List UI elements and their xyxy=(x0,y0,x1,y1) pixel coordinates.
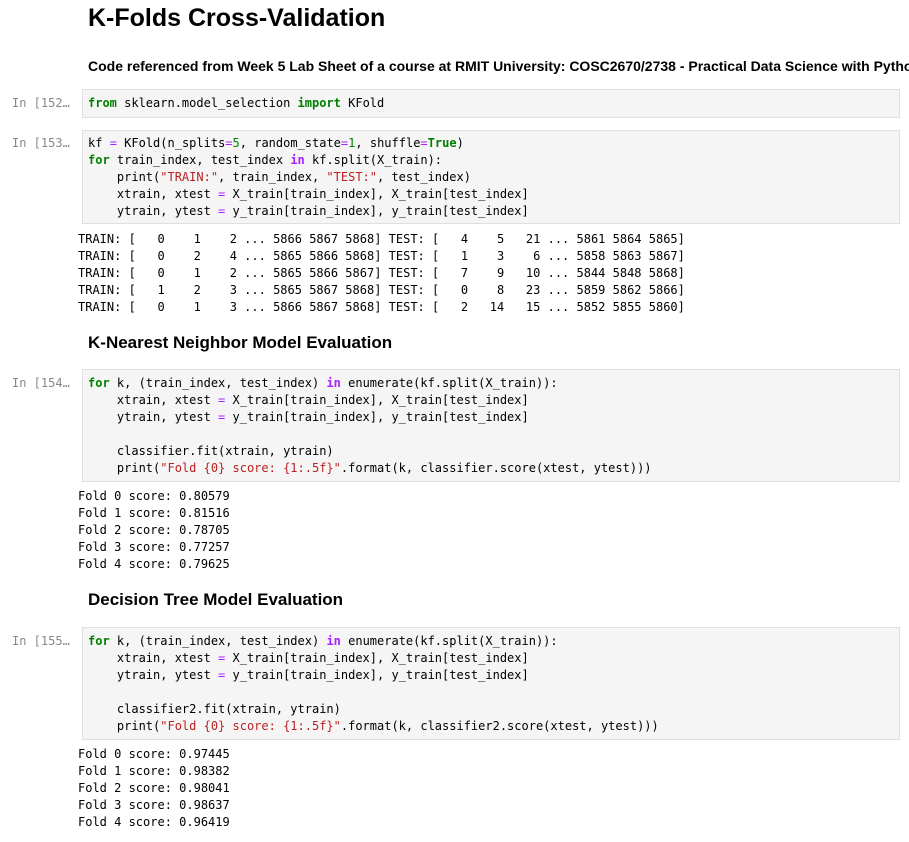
output-line: Fold 0 score: 0.97445 xyxy=(78,747,230,761)
code-line: ytrain, ytest = y_train[train_index], y_… xyxy=(88,668,529,682)
code-line: for train_index, test_index in kf.split(… xyxy=(88,153,443,167)
cell-prompt: In [155… xyxy=(12,634,70,648)
code-line: for k, (train_index, test_index) in enum… xyxy=(88,376,558,390)
page-title: K-Folds Cross-Validation xyxy=(88,4,386,32)
cell-prompt: In [153… xyxy=(12,136,70,150)
output-line: Fold 1 score: 0.98382 xyxy=(78,764,230,778)
code-line: print("Fold {0} score: {1:.5f}".format(k… xyxy=(88,461,652,475)
output-line: Fold 2 score: 0.78705 xyxy=(78,523,230,537)
code-line: kf = KFold(n_splits=5, random_state=1, s… xyxy=(88,136,464,150)
code-line: print("Fold {0} score: {1:.5f}".format(k… xyxy=(88,719,659,733)
section-heading-decision-tree: Decision Tree Model Evaluation xyxy=(88,590,344,609)
page-subtitle: Code referenced from Week 5 Lab Sheet of… xyxy=(88,58,909,74)
code-line: classifier2.fit(xtrain, ytrain) xyxy=(88,702,341,716)
code-line: xtrain, xtest = X_train[train_index], X_… xyxy=(88,393,529,407)
output-line: Fold 2 score: 0.98041 xyxy=(78,781,230,795)
code-line: xtrain, xtest = X_train[train_index], X_… xyxy=(88,187,529,201)
output-line: TRAIN: [ 0 1 2 ... 5866 5867 5868] TEST:… xyxy=(78,232,685,246)
cell-prompt: In [154… xyxy=(12,376,70,390)
code-line: classifier.fit(xtrain, ytrain) xyxy=(88,444,334,458)
code-cell-import[interactable]: from sklearn.model_selection import KFol… xyxy=(82,89,900,118)
output-line: TRAIN: [ 0 2 4 ... 5865 5866 5868] TEST:… xyxy=(78,249,685,263)
code-cell-knn[interactable]: for k, (train_index, test_index) in enum… xyxy=(82,369,900,482)
output-line: TRAIN: [ 0 1 2 ... 5865 5866 5867] TEST:… xyxy=(78,266,685,280)
code-line: ytrain, ytest = y_train[train_index], y_… xyxy=(88,410,529,424)
output-line: TRAIN: [ 1 2 3 ... 5865 5867 5868] TEST:… xyxy=(78,283,685,297)
output-line: Fold 4 score: 0.79625 xyxy=(78,557,230,571)
output-line: Fold 3 score: 0.77257 xyxy=(78,540,230,554)
cell-prompt: In [152… xyxy=(12,96,70,110)
output-line: Fold 1 score: 0.81516 xyxy=(78,506,230,520)
output-line: Fold 4 score: 0.96419 xyxy=(78,815,230,829)
section-heading-knn: K-Nearest Neighbor Model Evaluation xyxy=(88,333,393,352)
code-line: from sklearn.model_selection import KFol… xyxy=(88,96,385,110)
code-cell-decision-tree[interactable]: for k, (train_index, test_index) in enum… xyxy=(82,627,900,740)
output-line: Fold 0 score: 0.80579 xyxy=(78,489,230,503)
code-line: for k, (train_index, test_index) in enum… xyxy=(88,634,558,648)
output-line: TRAIN: [ 0 1 3 ... 5866 5867 5868] TEST:… xyxy=(78,300,685,314)
code-line: xtrain, xtest = X_train[train_index], X_… xyxy=(88,651,529,665)
code-cell-kfold[interactable]: kf = KFold(n_splits=5, random_state=1, s… xyxy=(82,130,900,224)
output-line: Fold 3 score: 0.98637 xyxy=(78,798,230,812)
code-line: ytrain, ytest = y_train[train_index], y_… xyxy=(88,204,529,218)
code-line: print("TRAIN:", train_index, "TEST:", te… xyxy=(88,170,471,184)
